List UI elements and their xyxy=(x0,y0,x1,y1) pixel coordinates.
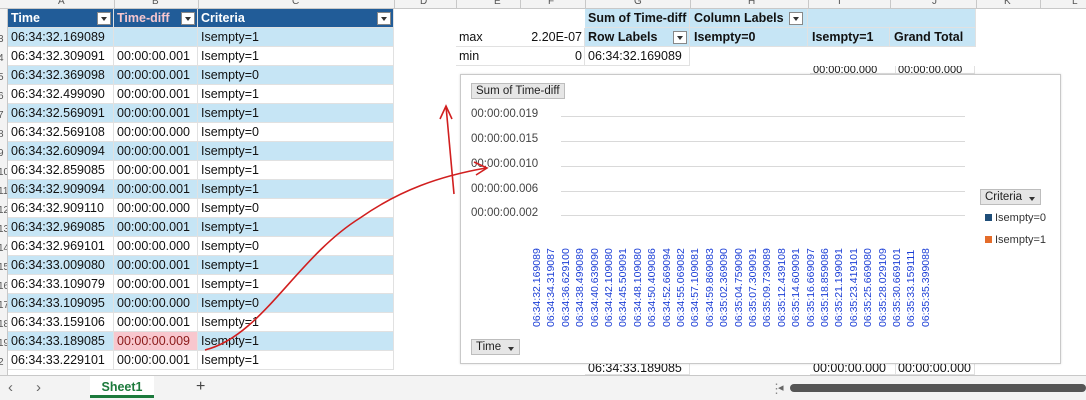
sheet-tab-bar: ‹ › Sheet1 + ⋮ ◂ xyxy=(0,375,1086,400)
sheet-tab[interactable]: Sheet1 xyxy=(90,376,154,398)
prev-sheet-icon[interactable]: ‹ xyxy=(8,379,13,396)
horizontal-scrollbar[interactable] xyxy=(790,384,1086,392)
annotation-up-arrow xyxy=(445,105,455,195)
annotation-overlay xyxy=(204,104,489,351)
annotation-curve-arrow xyxy=(204,167,487,351)
add-sheet-icon[interactable]: + xyxy=(196,378,205,396)
scroll-left-icon[interactable]: ◂ xyxy=(778,381,784,394)
next-sheet-icon[interactable]: › xyxy=(36,379,41,396)
